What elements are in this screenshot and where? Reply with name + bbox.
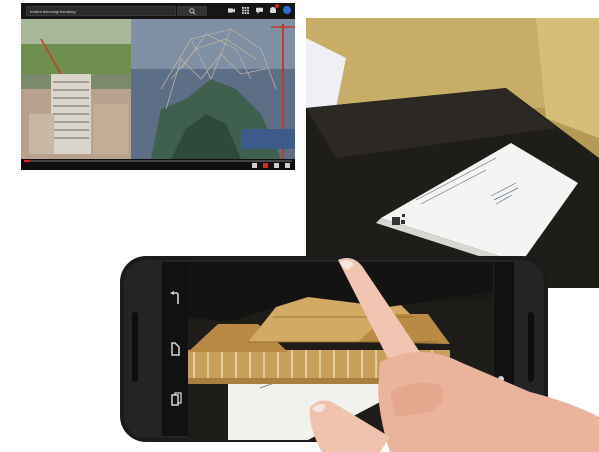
video-frame[interactable] [21, 19, 295, 159]
video-player[interactable]: Institut teknologi bandung [21, 3, 295, 170]
bell-icon[interactable] [270, 4, 279, 13]
search-input[interactable]: Institut teknologi bandung [26, 6, 176, 16]
settings-icon[interactable] [263, 163, 268, 168]
back-icon[interactable] [168, 291, 182, 307]
chat-icon[interactable] [256, 7, 263, 14]
home-icon[interactable] [169, 341, 183, 357]
notification-badge [275, 4, 279, 8]
document-scene [306, 18, 599, 288]
video-thumbnail [21, 19, 295, 159]
avatar[interactable] [283, 6, 291, 14]
search-button[interactable] [177, 6, 207, 16]
progress-fill [24, 160, 30, 162]
player-controls [21, 159, 295, 170]
miniplayer-icon[interactable] [274, 163, 279, 168]
player-top-bar: Institut teknologi bandung [21, 3, 295, 19]
apps-grid-icon[interactable] [242, 6, 249, 14]
camera-icon[interactable] [228, 7, 235, 14]
pointing-hand [309, 258, 599, 452]
progress-bar[interactable] [24, 160, 292, 162]
subtitles-icon[interactable] [252, 163, 257, 168]
document-photo [306, 18, 599, 288]
recents-icon[interactable] [169, 391, 183, 407]
search-icon [188, 7, 196, 15]
fullscreen-icon[interactable] [285, 163, 290, 168]
